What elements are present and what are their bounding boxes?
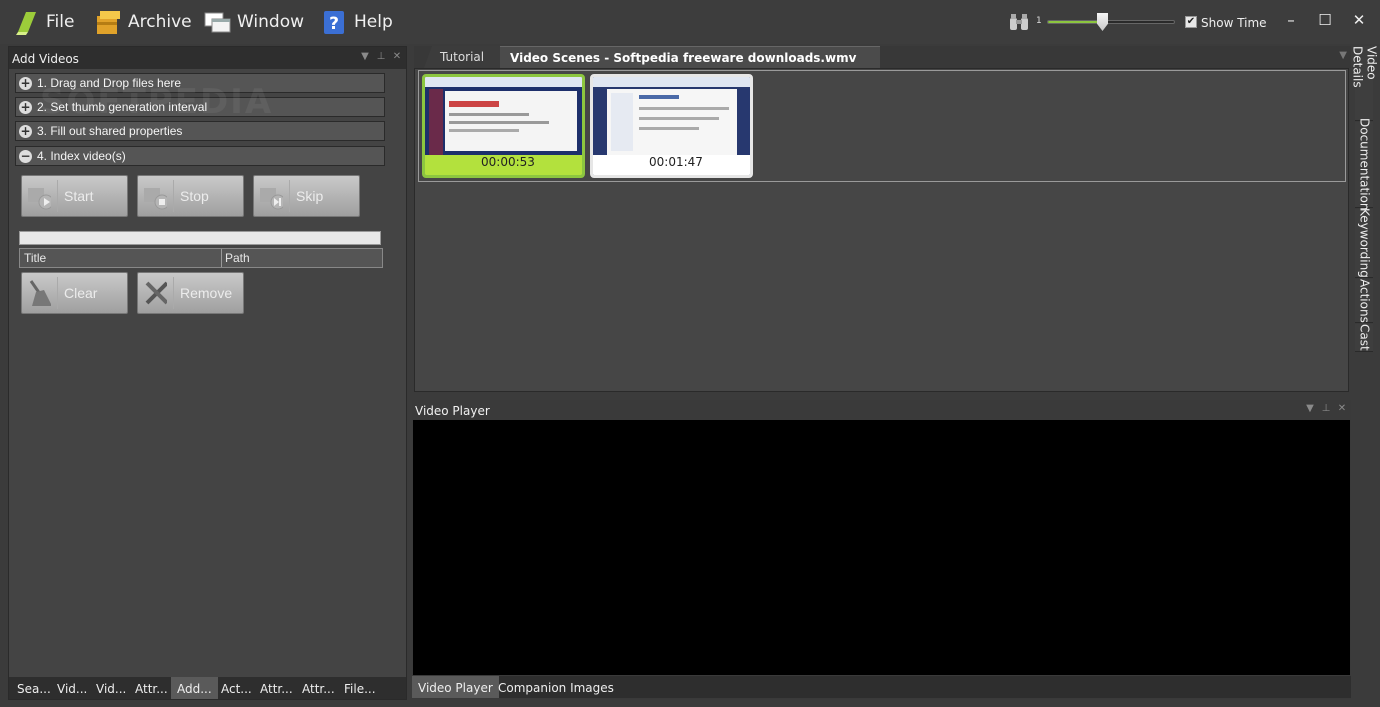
zoom-value: 1 [1036, 16, 1042, 26]
skip-label: Skip [296, 188, 324, 204]
tab-video-1[interactable]: Vid... [51, 677, 93, 699]
file-menu-label: File [46, 12, 75, 32]
dropdown-icon[interactable]: ▼ [1305, 403, 1315, 414]
archive-icon [94, 8, 122, 36]
help-menu[interactable]: ? Help [320, 6, 393, 38]
video-scenes-panel: 00:00:53 00:01:47 [414, 68, 1349, 392]
add-videos-header: Add Videos ▼ ⊥ ✕ [9, 47, 406, 69]
pin-icon[interactable]: ⊥ [1321, 403, 1331, 414]
start-video-icon [26, 180, 58, 212]
side-tab-documentation[interactable]: Documentation [1355, 118, 1373, 211]
side-tab-video-details[interactable]: Video Details [1351, 46, 1379, 121]
pin-icon[interactable]: ⊥ [376, 51, 386, 62]
close-icon[interactable]: ✕ [392, 51, 402, 62]
stop-label: Stop [180, 188, 209, 204]
zoom-slider-thumb[interactable] [1097, 13, 1108, 31]
column-title[interactable]: Title [20, 249, 222, 267]
step-label: 3. Fill out shared properties [37, 124, 183, 138]
remove-icon [142, 277, 174, 309]
zoom-slider[interactable] [1047, 20, 1175, 24]
step-index-videos[interactable]: − 4. Index video(s) [15, 146, 385, 166]
expand-icon: + [19, 123, 32, 138]
step-shared-properties[interactable]: + 3. Fill out shared properties [15, 121, 385, 141]
side-tab-actions[interactable]: Actions [1355, 279, 1373, 323]
scene-thumbnail[interactable]: 00:00:53 [422, 74, 585, 178]
show-time-label: Show Time [1201, 16, 1267, 30]
help-icon: ? [320, 8, 348, 36]
tab-tutorial[interactable]: Tutorial [424, 46, 501, 68]
scene-time: 00:00:53 [481, 155, 535, 169]
tab-attributes-3[interactable]: Attr... [296, 677, 341, 699]
watermark: SOFTPEDIA [40, 82, 274, 122]
broom-icon [26, 277, 58, 309]
clear-label: Clear [64, 285, 98, 301]
window-icon [203, 8, 231, 36]
remove-button[interactable]: Remove [137, 272, 244, 314]
scene-time: 00:01:47 [649, 155, 703, 169]
tab-video-scenes[interactable]: Video Scenes - Softpedia freeware downlo… [500, 46, 881, 68]
column-path[interactable]: Path [222, 249, 253, 267]
clear-button[interactable]: Clear [21, 272, 128, 314]
stop-video-icon [142, 180, 174, 212]
video-canvas[interactable] [413, 420, 1350, 675]
file-icon [12, 8, 40, 36]
archive-menu[interactable]: Archive [94, 6, 192, 38]
maximize-button[interactable]: ☐ [1313, 9, 1337, 31]
video-list-header: Title Path [19, 248, 383, 268]
tab-actions[interactable]: Act... [215, 677, 258, 699]
show-time-checkbox[interactable]: ✔ [1185, 16, 1197, 28]
video-player-title: Video Player [415, 404, 490, 418]
archive-menu-label: Archive [128, 12, 192, 32]
minimize-button[interactable]: – [1279, 9, 1303, 31]
svg-text:?: ? [329, 14, 339, 34]
add-videos-title: Add Videos [12, 52, 79, 66]
tab-file[interactable]: File... [338, 677, 382, 699]
video-player-tabs: Video Player Companion Images [412, 676, 1351, 698]
side-tab-keywording[interactable]: Keywording [1355, 208, 1373, 278]
scene-strip: 00:00:53 00:01:47 [418, 70, 1346, 182]
start-label: Start [64, 188, 94, 204]
tab-attributes-1[interactable]: Attr... [129, 677, 174, 699]
side-tab-cast[interactable]: Cast [1355, 324, 1373, 352]
index-progress-bar [19, 231, 381, 245]
help-menu-label: Help [354, 12, 393, 32]
tab-video-player[interactable]: Video Player [412, 676, 499, 698]
add-videos-panel: Add Videos ▼ ⊥ ✕ + 1. Drag and Drop files … [8, 46, 407, 700]
tab-add-videos[interactable]: Add... [171, 677, 218, 699]
video-player-header: Video Player ▼ ⊥ ✕ [412, 400, 1351, 420]
left-bottom-tabs: Sea... Vid... Vid... Attr... Add... Act.… [9, 677, 406, 699]
video-player-panel: Video Player ▼ ⊥ ✕ Video Player Companion … [412, 400, 1351, 699]
close-icon[interactable]: ✕ [1337, 403, 1347, 414]
expand-icon: + [19, 99, 32, 114]
document-tab-strip: Tutorial Video Scenes - Softpedia freewa… [414, 46, 1351, 68]
menu-bar: File Archive Window ? Help 1 ✔ Show Time… [0, 0, 1380, 44]
zoom-slider-fill [1048, 21, 1101, 23]
collapse-icon: − [19, 148, 32, 163]
step-label: 4. Index video(s) [37, 149, 126, 163]
tab-search[interactable]: Sea... [11, 677, 57, 699]
expand-icon: + [19, 75, 32, 90]
tab-list-icon[interactable]: ▼ [1339, 50, 1347, 61]
window-menu[interactable]: Window [203, 6, 304, 38]
dropdown-icon[interactable]: ▼ [360, 51, 370, 62]
file-menu[interactable]: File [12, 6, 74, 38]
scene-thumbnail[interactable]: 00:01:47 [590, 74, 753, 178]
tab-attributes-2[interactable]: Attr... [254, 677, 299, 699]
binoculars-icon[interactable] [1008, 12, 1030, 35]
window-menu-label: Window [237, 12, 305, 32]
tab-companion-images[interactable]: Companion Images [492, 676, 620, 698]
close-button[interactable]: ✕ [1347, 9, 1371, 31]
skip-button[interactable]: Skip [253, 175, 360, 217]
start-button[interactable]: Start [21, 175, 128, 217]
tab-video-2[interactable]: Vid... [90, 677, 132, 699]
stop-button[interactable]: Stop [137, 175, 244, 217]
skip-video-icon [258, 180, 290, 212]
remove-label: Remove [180, 285, 233, 301]
